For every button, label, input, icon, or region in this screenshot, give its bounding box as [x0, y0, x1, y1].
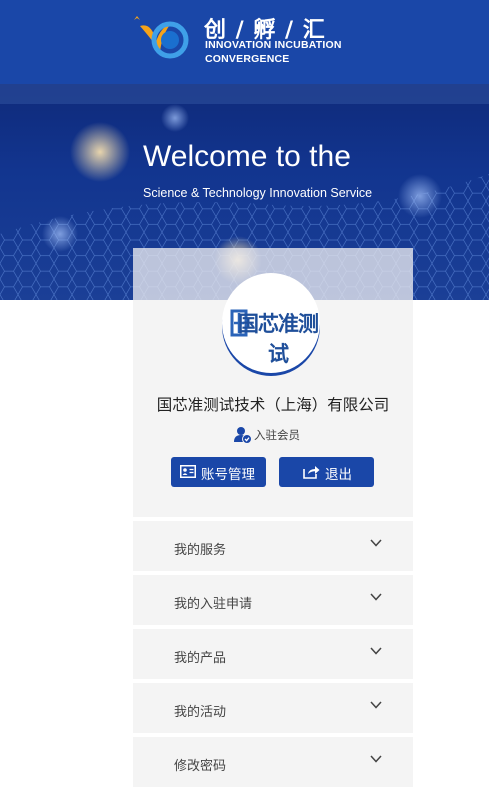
menu-item-label: 修改密码: [174, 759, 227, 774]
logout-label: 退出: [325, 467, 352, 483]
brand-logo-icon[interactable]: [132, 12, 192, 68]
brand-english-line-2: CONVERGENCE: [205, 53, 290, 65]
avatar-logo-text: 国芯准测试: [238, 312, 319, 366]
logout-button[interactable]: 退出: [279, 457, 374, 487]
menu-item-change-password[interactable]: 修改密码: [133, 737, 413, 787]
company-avatar: 国芯准测试: [222, 273, 320, 373]
member-verified-icon: [234, 427, 252, 444]
site-header: 创 / 孵 / 汇 INNOVATION INCUBATION CONVERGE…: [0, 0, 489, 84]
banner-welcome-heading: Welcome to the: [143, 140, 351, 173]
menu-item-my-activities[interactable]: 我的活动: [133, 683, 413, 733]
account-management-label: 账号管理: [201, 467, 255, 483]
brand-english-line-1: INNOVATION INCUBATION: [205, 39, 342, 51]
account-management-button[interactable]: 账号管理: [171, 457, 266, 487]
share-exit-icon: [303, 466, 320, 479]
menu-item-label: 我的入驻申请: [174, 597, 253, 612]
menu-item-my-products[interactable]: 我的产品: [133, 629, 413, 679]
company-name: 国芯准测试技术（上海）有限公司: [156, 396, 390, 414]
menu-item-my-applications[interactable]: 我的入驻申请: [133, 575, 413, 625]
menu-item-my-services[interactable]: 我的服务: [133, 521, 413, 571]
id-card-icon: [180, 465, 196, 478]
banner-subtitle: Science & Technology Innovation Service: [143, 186, 373, 200]
member-label: 入驻会员: [254, 428, 300, 442]
menu-item-label: 我的活动: [174, 705, 227, 720]
menu-item-label: 我的服务: [174, 543, 227, 558]
chevron-down-icon[interactable]: [370, 647, 382, 655]
chevron-down-icon[interactable]: [370, 593, 382, 601]
chevron-down-icon[interactable]: [370, 755, 382, 763]
menu-item-label: 我的产品: [174, 651, 227, 666]
chevron-down-icon[interactable]: [370, 539, 382, 547]
chevron-down-icon[interactable]: [370, 701, 382, 709]
